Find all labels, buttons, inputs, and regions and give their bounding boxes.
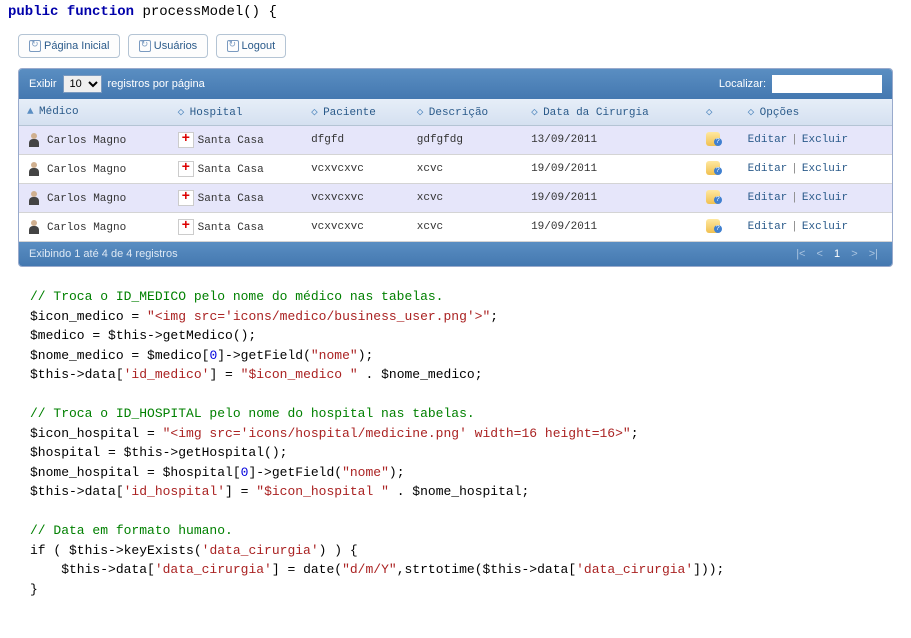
- cell-data: 19/09/2011: [523, 155, 698, 184]
- table-row: Carlos MagnoSanta Casavcxvcxvcxcvc19/09/…: [19, 155, 892, 184]
- toolbar: Página Inicial Usuários Logout: [18, 34, 893, 58]
- cell-descricao: gdfgfdg: [409, 126, 523, 155]
- refresh-icon: [29, 40, 41, 52]
- pager-prev[interactable]: <: [817, 248, 823, 260]
- cell-hospital: Santa Casa: [170, 184, 303, 213]
- cell-hospital: Santa Casa: [170, 126, 303, 155]
- col-medico[interactable]: ▲Médico: [19, 99, 170, 126]
- users-button[interactable]: Usuários: [128, 34, 208, 58]
- user-icon: [27, 190, 43, 206]
- per-page-suffix: registros por página: [108, 78, 205, 90]
- edit-link[interactable]: Editar: [748, 163, 788, 175]
- cell-hospital: Santa Casa: [170, 155, 303, 184]
- cell-paciente: dfgfd: [303, 126, 409, 155]
- col-paciente[interactable]: ◇Paciente: [303, 99, 409, 126]
- cell-info[interactable]: [698, 184, 740, 213]
- footer-info: Exibindo 1 até 4 de 4 registros: [29, 248, 178, 260]
- code-body: // Troca o ID_MEDICO pelo nome do médico…: [30, 287, 881, 599]
- cell-actions: Editar|Excluir: [740, 126, 892, 155]
- user-icon: [27, 161, 43, 177]
- refresh-icon: [139, 40, 151, 52]
- delete-link[interactable]: Excluir: [802, 134, 848, 146]
- sort-icon: ◇: [417, 105, 427, 119]
- col-hospital[interactable]: ◇Hospital: [170, 99, 303, 126]
- pager-next[interactable]: >: [851, 248, 857, 260]
- edit-link[interactable]: Editar: [748, 221, 788, 233]
- sort-icon: ◇: [311, 105, 321, 119]
- show-label: Exibir: [29, 78, 57, 90]
- cell-actions: Editar|Excluir: [740, 155, 892, 184]
- cell-medico: Carlos Magno: [19, 126, 170, 155]
- pager-first[interactable]: |<: [796, 248, 805, 260]
- hospital-icon: [178, 190, 194, 206]
- refresh-icon: [227, 40, 239, 52]
- cell-paciente: vcxvcxvc: [303, 155, 409, 184]
- cell-paciente: vcxvcxvc: [303, 184, 409, 213]
- edit-link[interactable]: Editar: [748, 134, 788, 146]
- table-header-row: ▲Médico ◇Hospital ◇Paciente ◇Descrição ◇…: [19, 99, 892, 126]
- table-row: Carlos MagnoSanta Casavcxvcxvcxcvc19/09/…: [19, 213, 892, 242]
- cell-data: 19/09/2011: [523, 184, 698, 213]
- info-icon: [706, 219, 722, 235]
- user-icon: [27, 132, 43, 148]
- sort-icon: ◇: [531, 105, 541, 119]
- cell-info[interactable]: [698, 213, 740, 242]
- cell-paciente: vcxvcxvc: [303, 213, 409, 242]
- delete-link[interactable]: Excluir: [802, 163, 848, 175]
- hospital-icon: [178, 132, 194, 148]
- home-button[interactable]: Página Inicial: [18, 34, 120, 58]
- cell-hospital: Santa Casa: [170, 213, 303, 242]
- pager-last[interactable]: >|: [869, 248, 878, 260]
- per-page-select[interactable]: 10: [63, 75, 102, 93]
- info-icon: [706, 132, 722, 148]
- cell-data: 13/09/2011: [523, 126, 698, 155]
- cell-actions: Editar|Excluir: [740, 213, 892, 242]
- col-blank[interactable]: ◇: [698, 99, 740, 126]
- table-row: Carlos MagnoSanta Casavcxvcxvcxcvc19/09/…: [19, 184, 892, 213]
- search-label: Localizar:: [719, 78, 766, 90]
- col-opcoes: ◇Opções: [740, 99, 892, 126]
- cell-info[interactable]: [698, 155, 740, 184]
- info-icon: [706, 190, 722, 206]
- delete-link[interactable]: Excluir: [802, 192, 848, 204]
- pager-current[interactable]: 1: [834, 248, 840, 260]
- hospital-icon: [178, 161, 194, 177]
- sort-icon: ◇: [178, 105, 188, 119]
- cell-data: 19/09/2011: [523, 213, 698, 242]
- col-descricao[interactable]: ◇Descrição: [409, 99, 523, 126]
- col-data[interactable]: ◇Data da Cirurgia: [523, 99, 698, 126]
- sort-icon: ◇: [706, 105, 716, 119]
- info-icon: [706, 161, 722, 177]
- code-signature: public function processModel() {: [0, 0, 911, 24]
- table-row: Carlos MagnoSanta Casadfgfdgdfgfdg13/09/…: [19, 126, 892, 155]
- cell-medico: Carlos Magno: [19, 213, 170, 242]
- search-input[interactable]: [772, 75, 882, 93]
- cell-medico: Carlos Magno: [19, 155, 170, 184]
- cell-descricao: xcvc: [409, 213, 523, 242]
- edit-link[interactable]: Editar: [748, 192, 788, 204]
- cell-descricao: xcvc: [409, 155, 523, 184]
- data-table: Exibir 10 registros por página Localizar…: [18, 68, 893, 267]
- cell-info[interactable]: [698, 126, 740, 155]
- delete-link[interactable]: Excluir: [802, 221, 848, 233]
- cell-medico: Carlos Magno: [19, 184, 170, 213]
- logout-button[interactable]: Logout: [216, 34, 287, 58]
- sort-asc-icon: ▲: [27, 106, 37, 118]
- user-icon: [27, 219, 43, 235]
- cell-actions: Editar|Excluir: [740, 184, 892, 213]
- cell-descricao: xcvc: [409, 184, 523, 213]
- pager: |< < 1 > >|: [792, 248, 882, 260]
- hospital-icon: [178, 219, 194, 235]
- sort-icon: ◇: [748, 105, 758, 119]
